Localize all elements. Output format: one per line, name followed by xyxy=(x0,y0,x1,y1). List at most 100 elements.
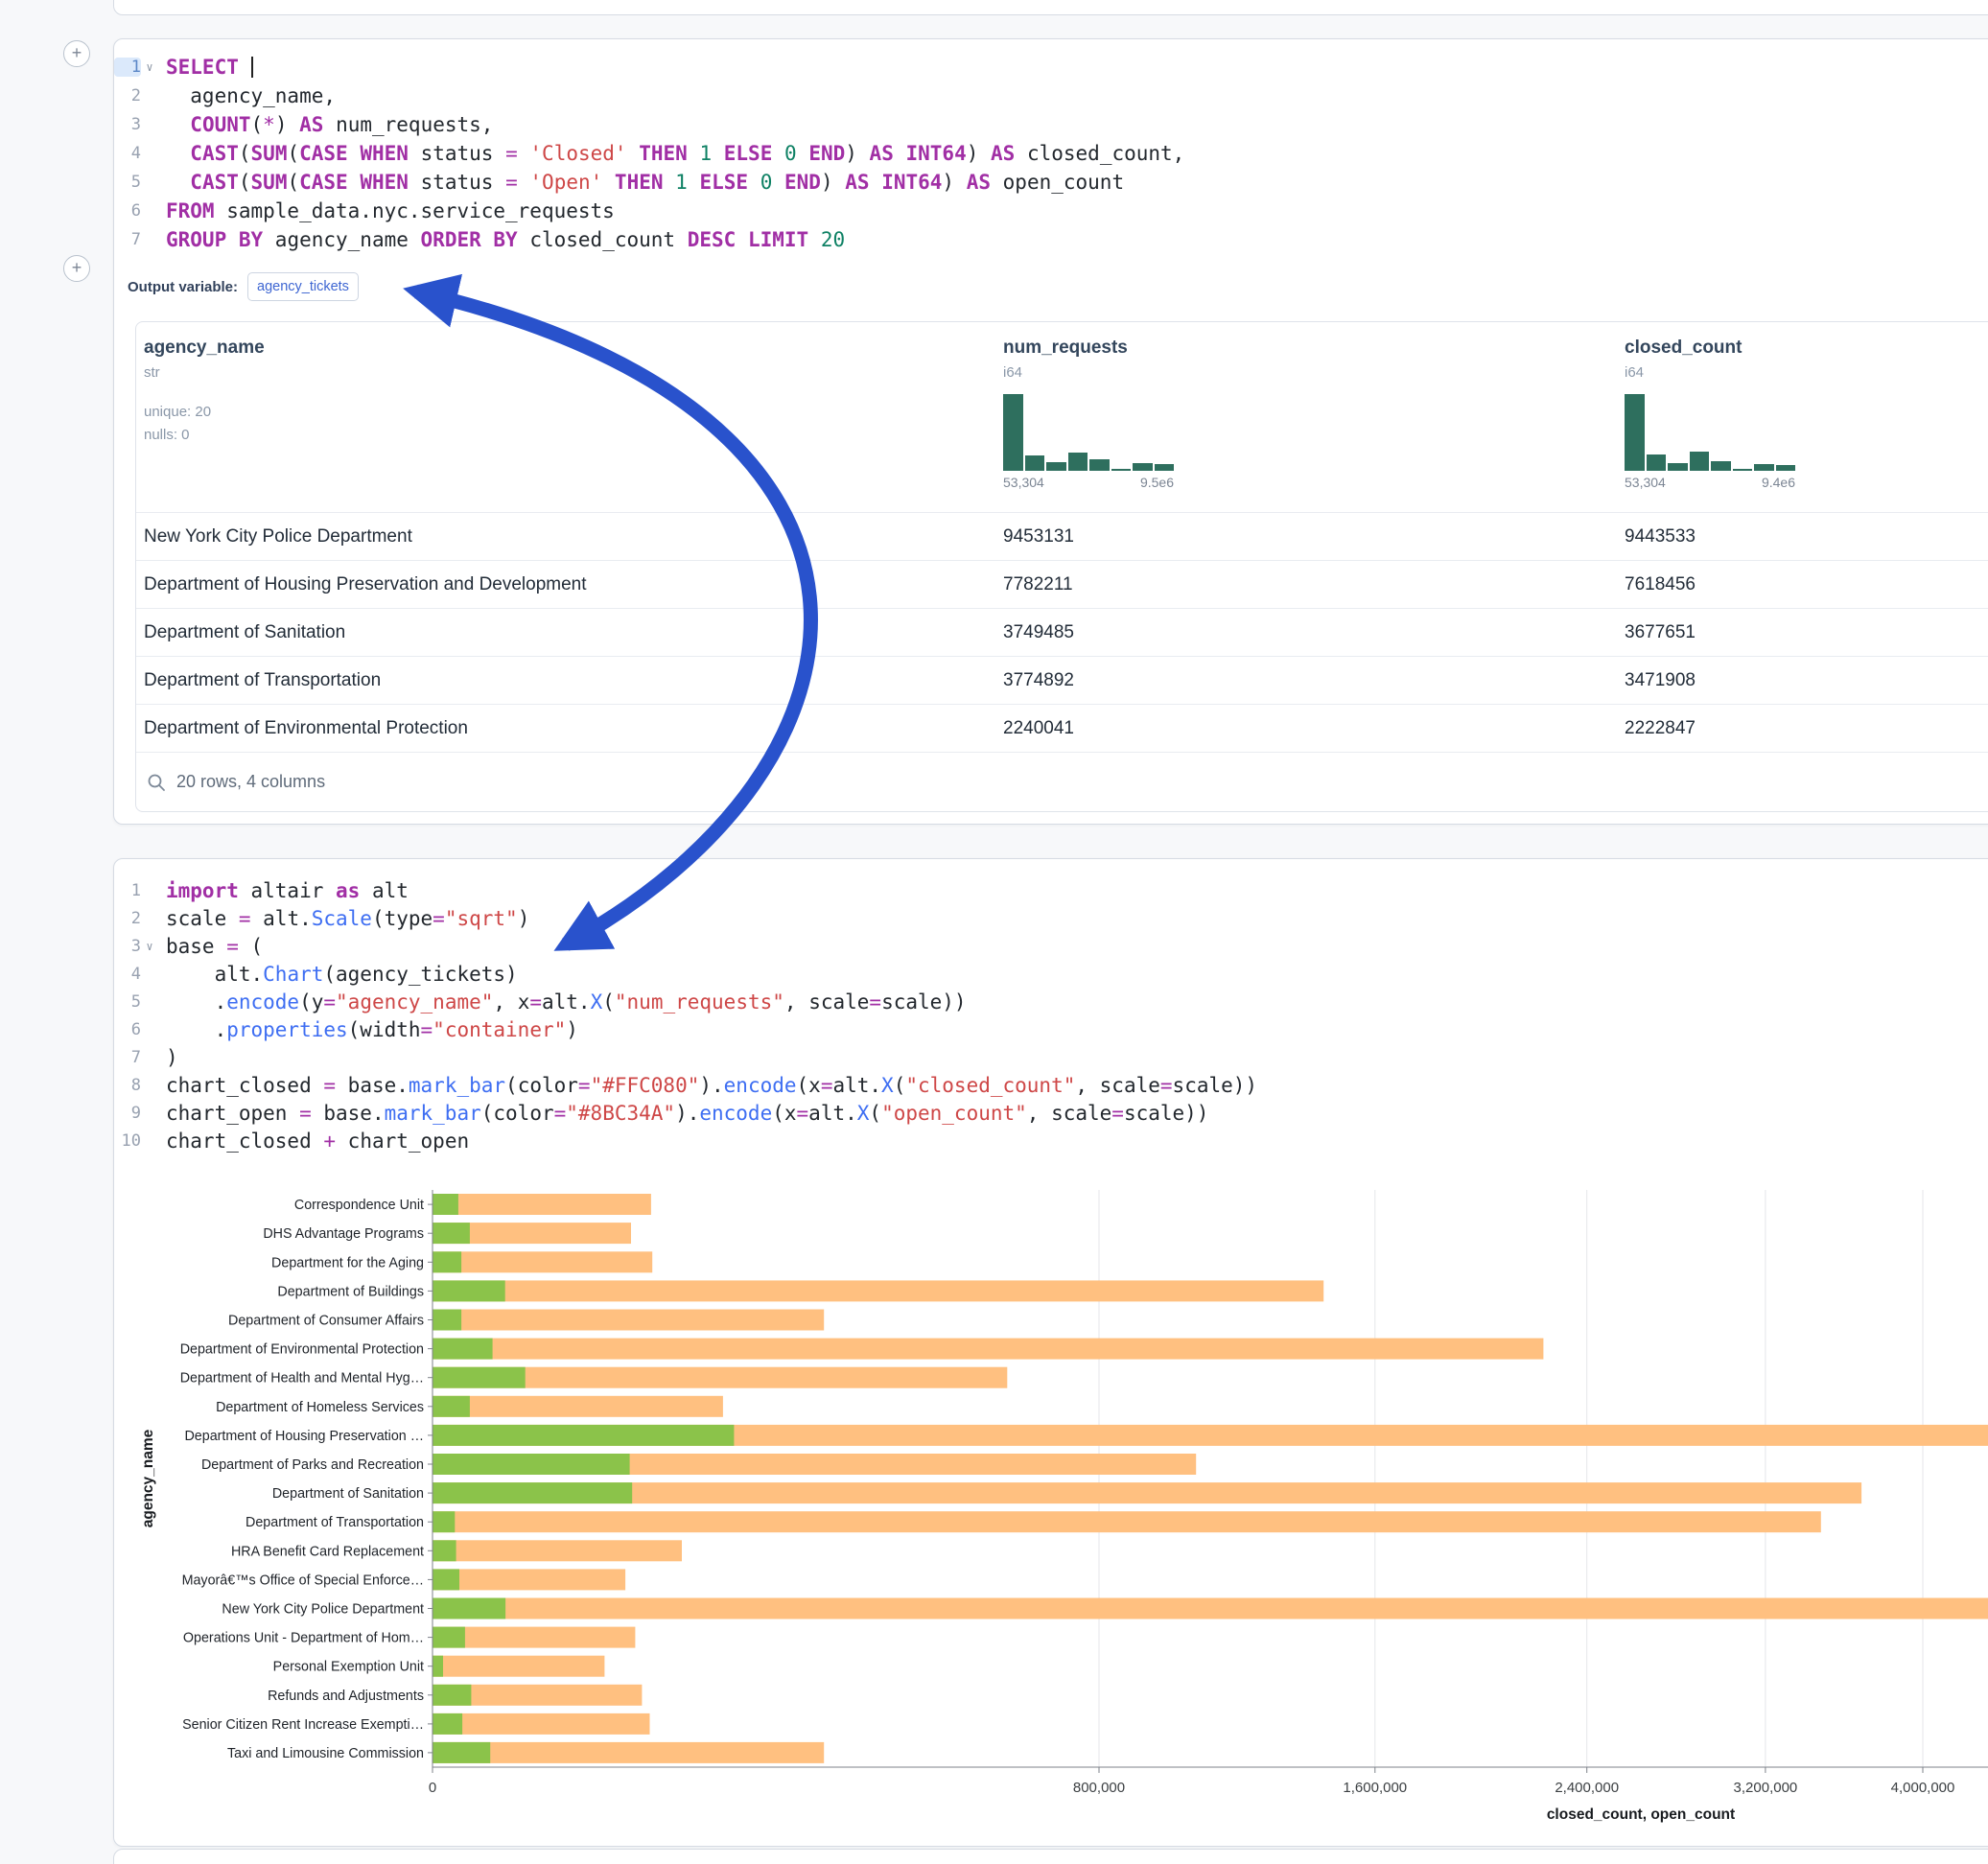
text-cursor xyxy=(251,57,253,78)
table-cell: 2240041 xyxy=(1003,705,1074,752)
add-cell-button-top[interactable]: + xyxy=(63,40,90,67)
code-line[interactable]: 4 alt.Chart(agency_tickets) xyxy=(114,960,1988,988)
svg-text:Department of Buildings: Department of Buildings xyxy=(277,1284,424,1299)
fold-caret-icon[interactable]: ∨ xyxy=(141,940,158,953)
table-cell: 3774892 xyxy=(1003,657,1074,704)
code-text: FROM sample_data.nyc.service_requests xyxy=(158,199,615,222)
column-stats: unique: 20nulls: 0 xyxy=(144,401,265,447)
code-text: SELECT xyxy=(158,56,253,79)
svg-text:3,200,000: 3,200,000 xyxy=(1734,1780,1798,1796)
code-text: chart_closed = base.mark_bar(color="#FFC… xyxy=(158,1074,1257,1097)
svg-text:4,000,000: 4,000,000 xyxy=(1891,1780,1955,1796)
svg-text:New York City Police Departmen: New York City Police Department xyxy=(222,1602,424,1618)
open-count-bar xyxy=(433,1511,455,1532)
bars xyxy=(433,1194,1988,1763)
column-header-agency_name[interactable]: agency_namestrunique: 20nulls: 0 xyxy=(144,338,265,447)
column-header-num_requests[interactable]: num_requestsi6453,3049.5e6 xyxy=(1003,338,1174,490)
column-header-closed_count[interactable]: closed_count i64 53,3049.4e6 xyxy=(1625,338,1795,490)
search-icon[interactable] xyxy=(146,772,167,793)
fold-caret-icon[interactable]: ∨ xyxy=(141,60,158,74)
svg-text:Refunds and Adjustments: Refunds and Adjustments xyxy=(268,1689,424,1704)
code-line[interactable]: 4 CAST(SUM(CASE WHEN status = 'Closed' T… xyxy=(114,139,1988,168)
table-cell: 3471908 xyxy=(1625,657,1696,704)
code-line[interactable]: 1import altair as alt xyxy=(114,876,1988,904)
open-count-bar xyxy=(433,1223,470,1244)
table-cell: Department of Transportation xyxy=(144,657,381,704)
altair-chart: Correspondence UnitDHS Advantage Program… xyxy=(114,1190,1988,1842)
table-row[interactable]: Department of Environmental Protection 22… xyxy=(136,704,1988,752)
y-axis-labels: Correspondence UnitDHS Advantage Program… xyxy=(180,1198,433,1761)
output-variable-label: Output variable: xyxy=(128,279,238,295)
table-cell: 9453131 xyxy=(1003,513,1074,560)
closed-count-bar xyxy=(433,1540,682,1561)
column-type: str xyxy=(144,364,265,381)
open-count-bar xyxy=(433,1251,461,1272)
table-cell: Department of Environmental Protection xyxy=(144,705,468,752)
python-editor[interactable]: 1import altair as alt2scale = alt.Scale(… xyxy=(114,859,1988,1154)
histogram-range-labels: 53,3049.5e6 xyxy=(1003,475,1174,490)
svg-text:Department of Homeless Service: Department of Homeless Services xyxy=(216,1400,424,1415)
code-line[interactable]: 8chart_closed = base.mark_bar(color="#FF… xyxy=(114,1071,1988,1099)
code-line[interactable]: 5 .encode(y="agency_name", x=alt.X("num_… xyxy=(114,988,1988,1015)
code-text: alt.Chart(agency_tickets) xyxy=(158,963,518,986)
histogram-range-labels: 53,3049.4e6 xyxy=(1625,475,1795,490)
table-body: New York City Police Department945313194… xyxy=(136,512,1988,752)
svg-text:Department of Consumer Affairs: Department of Consumer Affairs xyxy=(228,1314,424,1329)
code-text: chart_closed + chart_open xyxy=(158,1130,469,1153)
open-count-bar xyxy=(433,1339,493,1360)
closed-count-bar xyxy=(433,1339,1543,1360)
code-line[interactable]: 5 CAST(SUM(CASE WHEN status = 'Open' THE… xyxy=(114,168,1988,197)
code-line[interactable]: 7) xyxy=(114,1043,1988,1071)
closed-count-bar xyxy=(433,1656,604,1677)
y-axis-title: agency_name xyxy=(140,1429,156,1527)
line-number: 2 xyxy=(114,86,141,105)
code-line[interactable]: 7GROUP BY agency_name ORDER BY closed_co… xyxy=(114,225,1988,254)
open-count-bar xyxy=(433,1194,458,1215)
svg-text:Department of Housing Preserva: Department of Housing Preservation … xyxy=(184,1429,424,1444)
column-name: num_requests xyxy=(1003,338,1174,359)
code-text: ) xyxy=(158,1046,178,1069)
open-count-bar xyxy=(433,1656,443,1677)
code-text: base = ( xyxy=(158,935,263,958)
svg-text:Department of Sanitation: Department of Sanitation xyxy=(272,1486,424,1502)
svg-text:Senior Citizen Rent Increase E: Senior Citizen Rent Increase Exempti… xyxy=(182,1717,424,1733)
table-row[interactable]: Department of Sanitation37494853677651 xyxy=(136,608,1988,656)
code-text: agency_name, xyxy=(158,84,336,107)
line-number: 7 xyxy=(114,230,141,249)
table-row[interactable]: Department of Transportation 3774892 34719… xyxy=(136,656,1988,704)
code-line[interactable]: 3 COUNT(*) AS num_requests, xyxy=(114,110,1988,139)
svg-text:DHS Advantage Programs: DHS Advantage Programs xyxy=(263,1226,424,1242)
code-line[interactable]: 6 .properties(width="container") xyxy=(114,1015,1988,1043)
column-name: closed_count xyxy=(1625,338,1795,359)
sql-editor[interactable]: 1∨SELECT 2 agency_name,3 COUNT(*) AS num… xyxy=(114,39,1988,254)
code-line[interactable]: 1∨SELECT xyxy=(114,53,1988,82)
table-row[interactable]: Department of Housing Preservation and D… xyxy=(136,560,1988,608)
line-number: 6 xyxy=(114,1020,141,1039)
x-axis-title: closed_count, open_count xyxy=(1547,1806,1735,1823)
code-text: chart_open = base.mark_bar(color="#8BC34… xyxy=(158,1102,1208,1125)
table-cell: 3749485 xyxy=(1003,609,1074,656)
code-line[interactable]: 2 agency_name, xyxy=(114,82,1988,110)
line-number: 5 xyxy=(114,992,141,1012)
gridlines xyxy=(1099,1190,1923,1767)
code-line[interactable]: 3∨base = ( xyxy=(114,932,1988,960)
svg-text:Operations Unit - Department o: Operations Unit - Department of Hom… xyxy=(183,1631,424,1646)
open-count-bar xyxy=(433,1482,632,1503)
output-variable-chip[interactable]: agency_tickets xyxy=(247,272,359,301)
code-line[interactable]: 9chart_open = base.mark_bar(color="#8BC3… xyxy=(114,1099,1988,1127)
add-cell-button-middle[interactable]: + xyxy=(63,255,90,282)
code-text: CAST(SUM(CASE WHEN status = 'Open' THEN … xyxy=(158,171,1124,194)
closed-count-bar xyxy=(433,1598,1988,1619)
table-row[interactable]: New York City Police Department945313194… xyxy=(136,512,1988,560)
closed-count-bar xyxy=(433,1194,651,1215)
open-count-bar xyxy=(433,1454,630,1475)
code-line[interactable]: 10chart_closed + chart_open xyxy=(114,1127,1988,1154)
code-line[interactable]: 6 FROM sample_data.nyc.service_requests xyxy=(114,197,1988,225)
closed-count-bar xyxy=(433,1742,824,1763)
output-variable-row: Output variable: agency_tickets xyxy=(128,271,1988,302)
column-type: i64 xyxy=(1625,364,1795,381)
line-number: 6 xyxy=(114,201,141,221)
column-histogram xyxy=(1003,394,1174,471)
code-line[interactable]: 2scale = alt.Scale(type="sqrt") xyxy=(114,904,1988,932)
table-cell: Department of Sanitation xyxy=(144,609,345,656)
